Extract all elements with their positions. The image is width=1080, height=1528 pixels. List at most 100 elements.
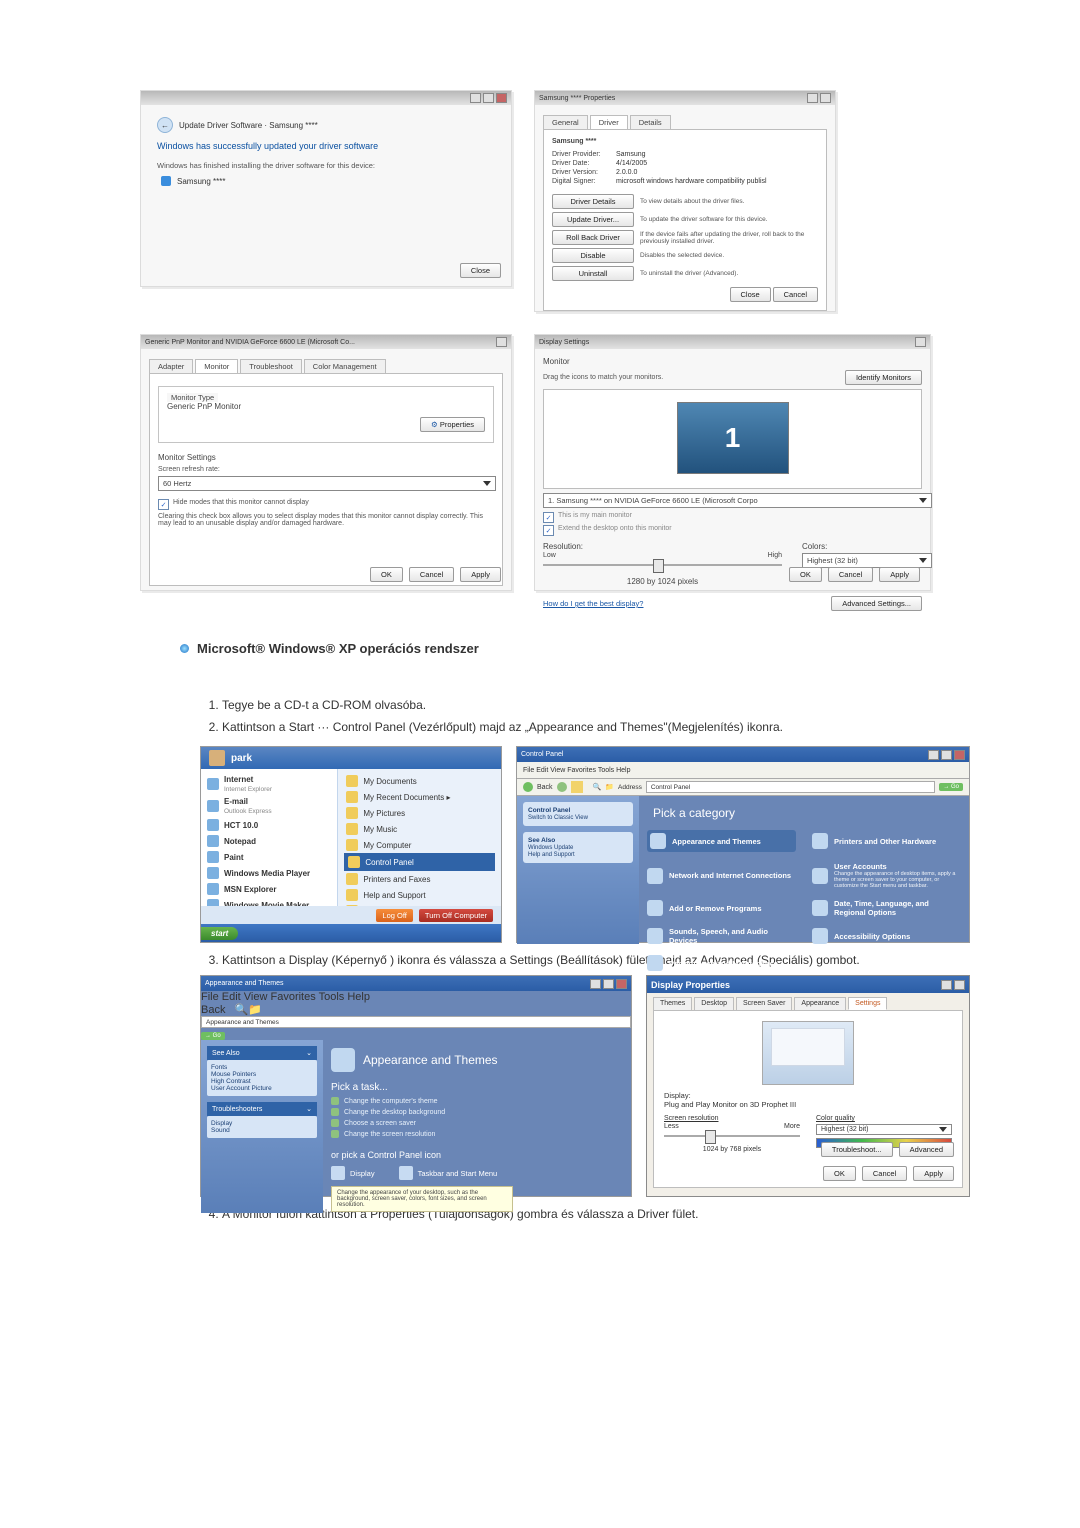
cp-icon-display[interactable]: Display — [331, 1166, 375, 1180]
category-item[interactable]: Performance and Maintenance — [647, 955, 796, 971]
apply-button[interactable]: Apply — [460, 567, 501, 582]
start-left-item[interactable]: Notepad — [205, 833, 333, 849]
driver-details-button[interactable]: Driver Details — [552, 194, 634, 209]
max-icon[interactable] — [603, 979, 614, 989]
folders-icon[interactable]: 📁 — [605, 783, 614, 791]
cancel-button[interactable]: Cancel — [773, 287, 818, 302]
resolution-slider[interactable]: Low High — [543, 555, 782, 573]
close-icon[interactable] — [496, 337, 507, 347]
go-button[interactable]: → Go — [201, 1032, 225, 1040]
category-item[interactable]: Date, Time, Language, and Regional Optio… — [812, 899, 961, 917]
cp-icon-taskbar[interactable]: Taskbar and Start Menu — [399, 1166, 498, 1180]
close-button[interactable]: Close — [460, 263, 501, 278]
tab-general[interactable]: General — [543, 115, 588, 129]
start-left-item[interactable]: E-mailOutlook Express — [205, 795, 333, 817]
task-link[interactable]: Change the computer's theme — [331, 1097, 623, 1105]
start-right-item[interactable]: Control Panel — [344, 853, 495, 871]
folders-icon[interactable]: 📁 — [248, 1004, 262, 1016]
update-driver-button[interactable]: Update Driver... — [552, 212, 634, 227]
tab-driver[interactable]: Driver — [590, 115, 628, 129]
category-item[interactable]: Accessibility Options — [812, 927, 961, 945]
start-button[interactable]: start — [201, 927, 238, 940]
close-icon[interactable] — [496, 93, 507, 103]
disable-button[interactable]: Disable — [552, 248, 634, 263]
troubleshoot-button[interactable]: Troubleshoot... — [821, 1142, 893, 1157]
identify-monitors-button[interactable]: Identify Monitors — [845, 370, 922, 385]
ok-button[interactable]: OK — [370, 567, 403, 582]
tab-monitor[interactable]: Monitor — [195, 359, 238, 373]
ok-button[interactable]: Close — [730, 287, 771, 302]
collapse-icon[interactable]: ⌄ — [306, 1049, 312, 1057]
see-also-link[interactable]: Windows Update — [528, 845, 573, 851]
advanced-button[interactable]: Advanced — [899, 1142, 954, 1157]
max-icon[interactable] — [483, 93, 494, 103]
ok-button[interactable]: OK — [823, 1166, 856, 1181]
search-icon[interactable]: 🔍 — [593, 783, 602, 791]
colors-combo[interactable]: Highest (32 bit) — [802, 553, 932, 568]
hide-modes-checkbox[interactable] — [158, 499, 169, 510]
start-left-item[interactable]: Paint — [205, 849, 333, 865]
address-bar[interactable]: Control Panel — [646, 781, 935, 793]
switch-view-link[interactable]: Switch to Classic View — [528, 815, 588, 821]
up-icon[interactable] — [571, 781, 583, 793]
main-monitor-checkbox[interactable] — [543, 512, 554, 523]
tab-details[interactable]: Details — [630, 115, 671, 129]
category-item[interactable]: Sounds, Speech, and Audio Devices — [647, 927, 796, 945]
start-left-item[interactable]: HCT 10.0 — [205, 817, 333, 833]
start-left-item[interactable]: MSN Explorer — [205, 881, 333, 897]
close-icon[interactable] — [915, 337, 926, 347]
start-right-item[interactable]: My Documents — [344, 773, 495, 789]
task-link[interactable]: Choose a screen saver — [331, 1119, 623, 1127]
see-also-link[interactable]: Mouse Pointers — [211, 1071, 313, 1078]
go-button[interactable]: → Go — [939, 783, 963, 791]
start-right-item[interactable]: Help and Support — [344, 887, 495, 903]
uninstall-button[interactable]: Uninstall — [552, 266, 634, 281]
address-bar[interactable]: Appearance and Themes — [201, 1016, 631, 1028]
max-icon[interactable] — [941, 750, 952, 760]
troubleshooter-link[interactable]: Sound — [211, 1127, 313, 1134]
advanced-settings-button[interactable]: Advanced Settings... — [831, 596, 922, 611]
tab-settings[interactable]: Settings — [848, 997, 887, 1010]
search-icon[interactable]: 🔍 — [235, 1004, 249, 1016]
min-icon[interactable] — [470, 93, 481, 103]
category-item[interactable]: Add or Remove Programs — [647, 899, 796, 917]
rollback-button[interactable]: Roll Back Driver — [552, 230, 634, 245]
start-right-item[interactable]: My Computer — [344, 837, 495, 853]
fwd-icon[interactable] — [557, 782, 567, 792]
category-item[interactable]: Network and Internet Connections — [647, 862, 796, 889]
collapse-icon[interactable]: ⌄ — [306, 1105, 312, 1113]
min-icon[interactable] — [590, 979, 601, 989]
turnoff-button[interactable]: Turn Off Computer — [419, 909, 493, 922]
logoff-button[interactable]: Log Off — [376, 909, 412, 922]
tab-appearance[interactable]: Appearance — [794, 997, 846, 1010]
help-icon[interactable] — [807, 93, 818, 103]
cancel-button[interactable]: Cancel — [828, 567, 873, 582]
tab-adapter[interactable]: Adapter — [149, 359, 193, 373]
help-icon[interactable] — [941, 980, 952, 990]
see-also-link[interactable]: User Account Picture — [211, 1085, 313, 1092]
start-left-item[interactable]: Windows Media Player — [205, 865, 333, 881]
apply-button[interactable]: Apply — [913, 1166, 954, 1181]
task-link[interactable]: Change the desktop background — [331, 1108, 623, 1116]
tab-screensaver[interactable]: Screen Saver — [736, 997, 792, 1010]
refresh-combo[interactable]: 60 Hertz — [158, 476, 496, 491]
close-icon[interactable] — [954, 980, 965, 990]
monitor-preview[interactable]: 1 — [677, 402, 789, 474]
category-item[interactable]: Appearance and Themes — [647, 830, 796, 852]
tab-desktop[interactable]: Desktop — [694, 997, 734, 1010]
category-item[interactable]: Printers and Other Hardware — [812, 830, 961, 852]
menubar[interactable]: File Edit View Favorites Tools Help — [201, 991, 631, 1003]
resolution-slider[interactable]: Less More — [664, 1126, 800, 1144]
category-item[interactable]: User AccountsChange the appearance of de… — [812, 862, 961, 889]
best-display-link[interactable]: How do I get the best display? — [543, 599, 643, 608]
start-right-item[interactable]: My Recent Documents ▸ — [344, 789, 495, 805]
extend-desktop-checkbox[interactable] — [543, 525, 554, 536]
tab-colormgmt[interactable]: Color Management — [304, 359, 386, 373]
min-icon[interactable] — [928, 750, 939, 760]
start-right-item[interactable]: My Music — [344, 821, 495, 837]
start-right-item[interactable]: My Pictures — [344, 805, 495, 821]
cancel-button[interactable]: Cancel — [409, 567, 454, 582]
see-also-link[interactable]: Help and Support — [528, 852, 575, 858]
start-right-item[interactable]: Printers and Faxes — [344, 871, 495, 887]
menubar[interactable]: File Edit View Favorites Tools Help — [517, 762, 969, 779]
